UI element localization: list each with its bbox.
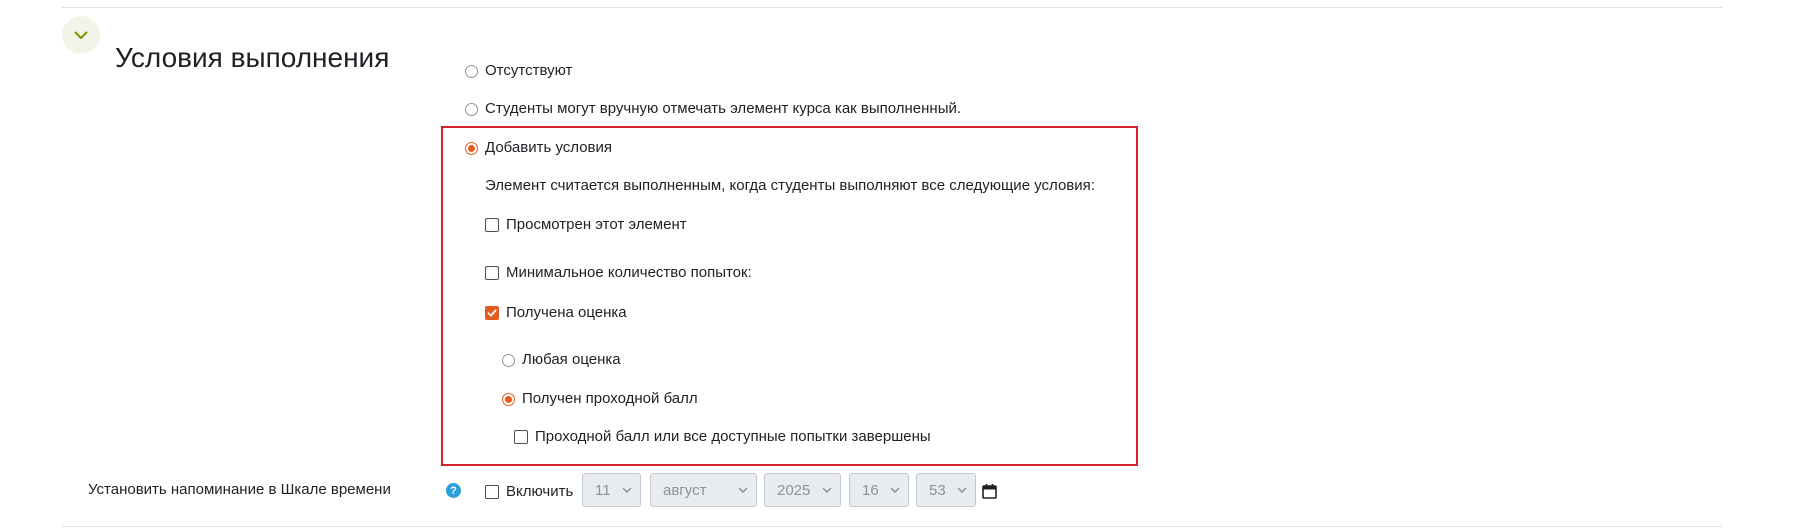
completion-none-option[interactable]: Отсутствуют [465,61,572,81]
reminder-hour-value: 16 [862,481,879,499]
completion-manual-radio[interactable] [465,102,478,116]
reminder-minute-select[interactable]: 53 [916,473,976,507]
completion-manual-option[interactable]: Студенты могут вручную отмечать элемент … [465,99,961,119]
reminder-month-select[interactable]: август [650,473,757,507]
reminder-year-select[interactable]: 2025 [764,473,841,507]
bottom-divider [62,526,1722,527]
reminder-label: Установить напоминание в Шкале времени [88,481,391,498]
chevron-down-icon [822,487,832,493]
chevron-down-icon [74,31,88,39]
help-icon[interactable]: ? [446,483,461,498]
section-title: Условия выполнения [115,42,390,74]
reminder-enable-label: Включить [506,483,574,500]
reminder-year-value: 2025 [777,481,811,499]
section-collapse-toggle[interactable] [62,16,100,54]
chevron-down-icon [622,487,632,493]
reminder-minute-value: 53 [929,481,946,499]
top-divider [62,7,1722,8]
conditions-highlight-box [441,126,1138,466]
completion-settings-page: Условия выполнения Отсутствуют Студенты … [0,0,1819,528]
completion-none-radio[interactable] [465,64,478,78]
reminder-enable-checkbox[interactable] [485,485,499,499]
calendar-icon[interactable] [982,483,997,499]
reminder-enable[interactable]: Включить [485,482,573,502]
chevron-down-icon [890,487,900,493]
chevron-down-icon [957,487,967,493]
reminder-day-value: 11 [595,481,611,499]
completion-none-label: Отсутствуют [485,62,573,79]
reminder-hour-select[interactable]: 16 [849,473,909,507]
reminder-month-value: август [663,481,707,499]
completion-manual-label: Студенты могут вручную отмечать элемент … [485,100,962,117]
reminder-day-select[interactable]: 11 [582,473,641,507]
chevron-down-icon [738,487,748,493]
